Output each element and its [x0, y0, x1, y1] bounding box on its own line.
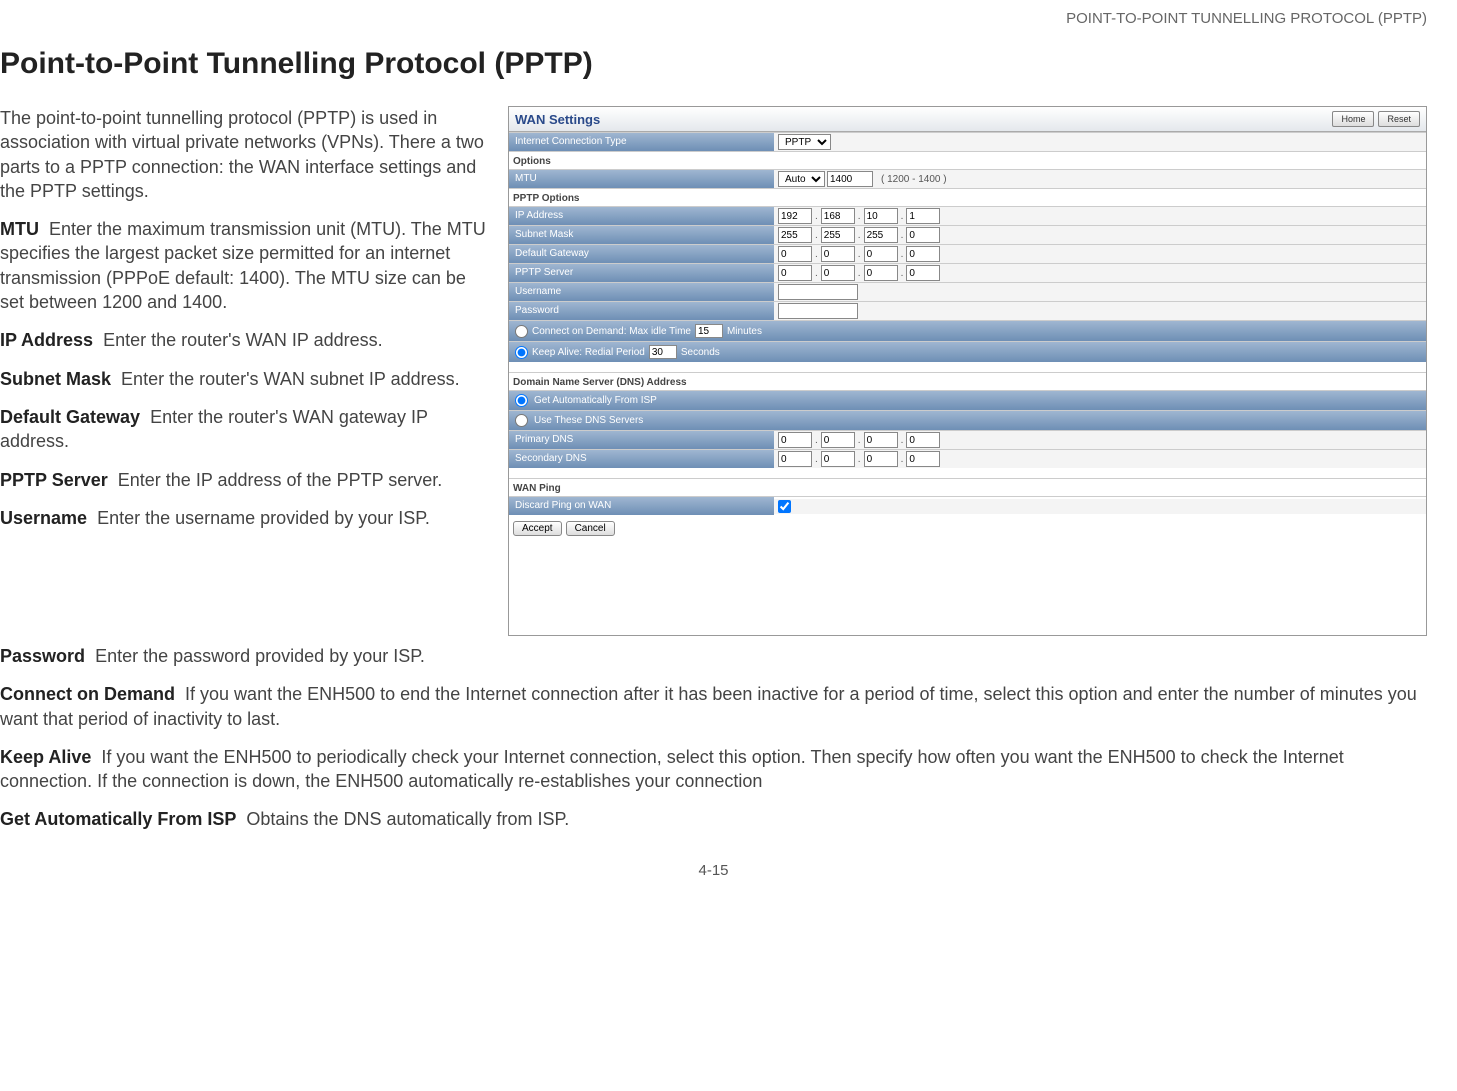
term-gateway: Default Gateway [0, 407, 140, 427]
dns-auto-label: Get Automatically From ISP [534, 395, 657, 406]
term-mtu: MTU [0, 219, 39, 239]
gw-octet-2[interactable] [821, 246, 855, 262]
srv-octet-3[interactable] [864, 265, 898, 281]
running-header: POINT-TO-POINT TUNNELLING PROTOCOL (PPTP… [0, 10, 1427, 27]
def-ip: IP Address Enter the router's WAN IP add… [0, 328, 490, 352]
gw-octet-4[interactable] [906, 246, 940, 262]
sdns-octet-4[interactable] [906, 451, 940, 467]
wan-settings-screenshot: WAN Settings Home Reset Internet Connect… [508, 106, 1427, 636]
ip-address-label: IP Address [509, 207, 774, 225]
dns-manual-label: Use These DNS Servers [534, 415, 643, 426]
sm-octet-3[interactable] [864, 227, 898, 243]
desc-mtu: Enter the maximum transmission unit (MTU… [0, 219, 486, 312]
cod-minutes-input[interactable] [695, 324, 723, 338]
srv-octet-2[interactable] [821, 265, 855, 281]
internet-connection-type-select[interactable]: PPTP [778, 134, 831, 150]
pdns-octet-2[interactable] [821, 432, 855, 448]
srv-octet-1[interactable] [778, 265, 812, 281]
pptp-options-section: PPTP Options [509, 188, 1426, 206]
subnet-mask-label: Subnet Mask [509, 226, 774, 244]
description-column: The point-to-point tunnelling protocol (… [0, 106, 490, 636]
pdns-octet-3[interactable] [864, 432, 898, 448]
sm-octet-4[interactable] [906, 227, 940, 243]
cancel-button[interactable]: Cancel [566, 521, 615, 536]
mtu-label: MTU [509, 170, 774, 188]
term-ip: IP Address [0, 330, 93, 350]
description-continued: Password Enter the password provided by … [0, 644, 1427, 832]
ip-octet-1[interactable] [778, 208, 812, 224]
desc-pass: Enter the password provided by your ISP. [95, 646, 425, 666]
term-auto: Get Automatically From ISP [0, 809, 236, 829]
desc-user: Enter the username provided by your ISP. [97, 508, 430, 528]
sdns-octet-2[interactable] [821, 451, 855, 467]
term-keep: Keep Alive [0, 747, 91, 767]
options-section: Options [509, 151, 1426, 169]
def-auto: Get Automatically From ISP Obtains the D… [0, 807, 1427, 831]
sdns-octet-1[interactable] [778, 451, 812, 467]
ka-seconds-input[interactable] [649, 345, 677, 359]
sm-octet-1[interactable] [778, 227, 812, 243]
keep-alive-radio[interactable] [515, 346, 528, 359]
ip-octet-4[interactable] [906, 208, 940, 224]
connect-on-demand-radio[interactable] [515, 325, 528, 338]
mtu-mode-select[interactable]: Auto [778, 171, 825, 187]
dns-section: Domain Name Server (DNS) Address [509, 372, 1426, 390]
panel-title: WAN Settings [515, 112, 600, 127]
desc-auto: Obtains the DNS automatically from ISP. [246, 809, 569, 829]
primary-dns-label: Primary DNS [509, 431, 774, 449]
page-number: 4-15 [0, 862, 1427, 879]
wan-ping-section: WAN Ping [509, 478, 1426, 496]
pdns-octet-4[interactable] [906, 432, 940, 448]
discard-ping-label: Discard Ping on WAN [509, 497, 774, 515]
cod-label-a: Connect on Demand: Max idle Time [532, 326, 691, 337]
def-user: Username Enter the username provided by … [0, 506, 490, 530]
desc-subnet: Enter the router's WAN subnet IP address… [121, 369, 460, 389]
accept-button[interactable]: Accept [513, 521, 562, 536]
mtu-value-input[interactable] [827, 171, 873, 187]
gateway-label: Default Gateway [509, 245, 774, 263]
pptp-server-label: PPTP Server [509, 264, 774, 282]
username-label: Username [509, 283, 774, 301]
term-user: Username [0, 508, 87, 528]
def-gateway: Default Gateway Enter the router's WAN g… [0, 405, 490, 454]
def-mtu: MTU Enter the maximum transmission unit … [0, 217, 490, 314]
mtu-range-hint: ( 1200 - 1400 ) [881, 174, 947, 185]
password-input[interactable] [778, 303, 858, 319]
def-subnet: Subnet Mask Enter the router's WAN subne… [0, 367, 490, 391]
term-subnet: Subnet Mask [0, 369, 111, 389]
desc-cod: If you want the ENH500 to end the Intern… [0, 684, 1417, 728]
desc-ip: Enter the router's WAN IP address. [103, 330, 383, 350]
sdns-octet-3[interactable] [864, 451, 898, 467]
discard-ping-checkbox[interactable] [778, 500, 791, 513]
def-cod: Connect on Demand If you want the ENH500… [0, 682, 1427, 731]
term-cod: Connect on Demand [0, 684, 175, 704]
secondary-dns-label: Secondary DNS [509, 450, 774, 468]
username-input[interactable] [778, 284, 858, 300]
ka-label-a: Keep Alive: Redial Period [532, 347, 645, 358]
intro-text: The point-to-point tunnelling protocol (… [0, 106, 490, 203]
dns-manual-radio[interactable] [515, 414, 528, 427]
gw-octet-1[interactable] [778, 246, 812, 262]
def-keep: Keep Alive If you want the ENH500 to per… [0, 745, 1427, 794]
term-pptp: PPTP Server [0, 470, 108, 490]
term-pass: Password [0, 646, 85, 666]
def-pptp: PPTP Server Enter the IP address of the … [0, 468, 490, 492]
def-pass: Password Enter the password provided by … [0, 644, 1427, 668]
dns-auto-radio[interactable] [515, 394, 528, 407]
ip-octet-3[interactable] [864, 208, 898, 224]
cod-label-b: Minutes [727, 326, 762, 337]
home-button[interactable]: Home [1332, 111, 1374, 127]
reset-button[interactable]: Reset [1378, 111, 1420, 127]
desc-pptp: Enter the IP address of the PPTP server. [118, 470, 443, 490]
page-title: Point-to-Point Tunnelling Protocol (PPTP… [0, 47, 1427, 81]
ka-label-b: Seconds [681, 347, 720, 358]
sm-octet-2[interactable] [821, 227, 855, 243]
desc-keep: If you want the ENH500 to periodically c… [0, 747, 1344, 791]
ip-octet-2[interactable] [821, 208, 855, 224]
ict-label: Internet Connection Type [509, 133, 774, 151]
password-label: Password [509, 302, 774, 320]
gw-octet-3[interactable] [864, 246, 898, 262]
srv-octet-4[interactable] [906, 265, 940, 281]
pdns-octet-1[interactable] [778, 432, 812, 448]
